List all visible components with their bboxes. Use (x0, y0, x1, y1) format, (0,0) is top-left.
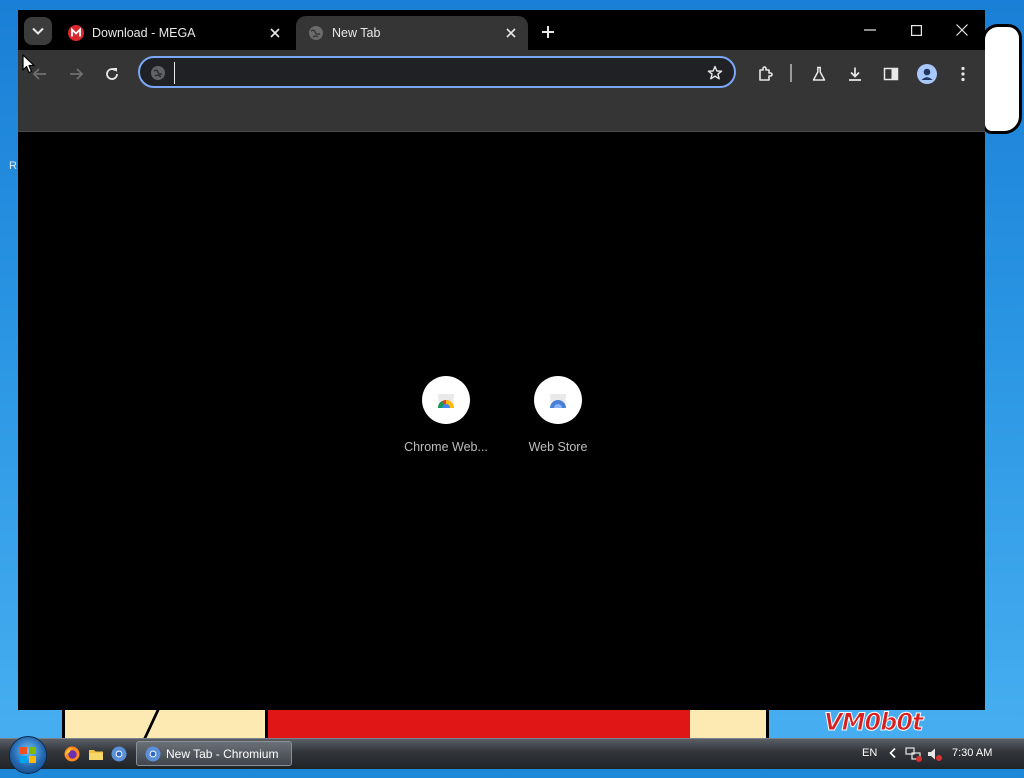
menu-button[interactable] (951, 62, 975, 86)
arrow-right-icon (70, 68, 84, 80)
download-icon (849, 67, 861, 81)
reload-button[interactable] (100, 62, 124, 86)
plus-icon (542, 26, 554, 38)
wallpaper-cloud (982, 24, 1022, 134)
toolbar-separator (790, 64, 792, 82)
shortcut-label: Chrome Web... (404, 440, 488, 454)
shortcut-tile-web-store[interactable]: Web Store (502, 376, 614, 454)
chrome-web-store-icon (437, 394, 454, 408)
tab-close-button[interactable] (266, 24, 284, 42)
extensions-button[interactable] (754, 62, 778, 86)
forward-button[interactable] (64, 62, 88, 86)
tab-search-button[interactable] (24, 17, 52, 45)
language-indicator[interactable]: EN (862, 747, 877, 759)
search-engine-icon (151, 66, 165, 80)
taskbar-button-label: New Tab - Chromium (166, 746, 279, 761)
volume-icon[interactable] (926, 745, 944, 763)
close-icon (270, 28, 280, 38)
web-store-icon (550, 394, 566, 408)
globe-icon (309, 26, 323, 40)
wallpaper-logo-text: VM0b0t (824, 710, 925, 737)
omnibox-input[interactable] (174, 62, 701, 84)
side-panel-icon (883, 67, 899, 81)
shortcut-icon-circle (534, 376, 582, 424)
tab-close-button[interactable] (502, 24, 520, 42)
shortcut-icon-circle (422, 376, 470, 424)
title-bar: Download - MEGA New Tab (18, 10, 985, 50)
tab-new-tab[interactable]: New Tab (296, 16, 528, 50)
close-icon (956, 24, 968, 36)
minimize-icon (864, 29, 876, 31)
chromium-window: Download - MEGA New Tab Chrome Web... We… (18, 10, 985, 710)
bookmark-star-button[interactable] (704, 62, 726, 84)
tab-title: Download - MEGA (92, 26, 196, 40)
folder-icon[interactable] (88, 746, 104, 762)
puzzle-icon (759, 66, 773, 81)
chromium-icon[interactable] (111, 746, 127, 762)
show-hidden-icons-button[interactable] (888, 747, 898, 759)
mouse-cursor-icon (22, 54, 35, 74)
shortcut-tile-chrome-web-store[interactable]: Chrome Web... (390, 376, 502, 454)
chevron-down-icon (32, 27, 44, 35)
shortcut-label: Web Store (528, 440, 588, 454)
downloads-button[interactable] (843, 62, 867, 86)
close-window-button[interactable] (939, 14, 985, 46)
network-icon[interactable] (905, 745, 923, 763)
more-vertical-icon (961, 66, 965, 82)
minimize-button[interactable] (847, 14, 893, 46)
reload-icon (106, 68, 118, 80)
star-icon (707, 65, 723, 80)
maximize-icon (910, 24, 922, 36)
profile-avatar-icon (917, 64, 937, 84)
chromium-icon (145, 746, 161, 761)
tab-title: New Tab (332, 26, 381, 40)
address-bar[interactable] (138, 56, 736, 88)
tab-download-mega[interactable]: Download - MEGA (56, 16, 292, 50)
maximize-button[interactable] (893, 14, 939, 46)
side-panel-button[interactable] (879, 62, 903, 86)
desktop-icon-label[interactable]: R (9, 160, 17, 172)
labs-button[interactable] (807, 62, 831, 86)
system-clock[interactable]: 7:30 AM (952, 747, 992, 759)
taskbar: New Tab - Chromium EN 7:30 AM (0, 736, 1024, 774)
new-tab-page: Chrome Web... Web Store (18, 132, 985, 710)
toolbar (18, 50, 985, 98)
close-icon (506, 28, 516, 38)
new-tab-button[interactable] (536, 20, 560, 44)
start-button[interactable] (9, 736, 47, 774)
flask-icon (812, 66, 826, 81)
profile-button[interactable] (915, 62, 939, 86)
wallpaper-bottom-strip: VM0b0t (0, 710, 1024, 738)
taskbar-button-chromium[interactable]: New Tab - Chromium (136, 741, 292, 766)
firefox-icon[interactable] (64, 746, 80, 762)
mega-icon (68, 25, 84, 41)
bookmarks-bar (18, 98, 985, 132)
